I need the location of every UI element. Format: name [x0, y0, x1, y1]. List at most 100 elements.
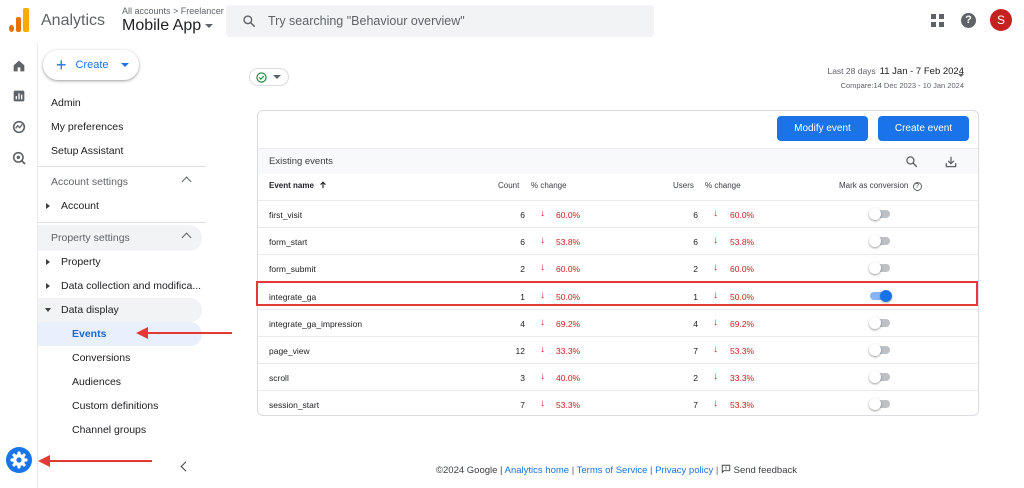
- caret-down-icon: [120, 63, 129, 67]
- nav-item-property[interactable]: Property: [61, 256, 101, 268]
- conversion-toggle[interactable]: [869, 398, 890, 411]
- nav-item-data-collection[interactable]: Data collection and modifica...: [61, 280, 201, 292]
- column-header-count[interactable]: Count: [498, 181, 519, 190]
- event-name[interactable]: first_visit: [269, 210, 302, 220]
- expand-arrow-icon: [46, 259, 50, 265]
- create-event-button[interactable]: Create event: [878, 116, 969, 141]
- column-header-event-name[interactable]: Event name: [269, 181, 327, 190]
- analytics-home-link[interactable]: Analytics home: [505, 465, 569, 476]
- event-count: 3: [520, 373, 525, 384]
- card-title: Existing events: [269, 156, 333, 167]
- users-pct-change: 69.2%: [730, 318, 755, 329]
- event-count: 6: [520, 237, 525, 248]
- account-settings-section[interactable]: Account settings: [38, 169, 202, 195]
- home-icon[interactable]: [11, 58, 27, 74]
- chevron-up-icon: [181, 176, 192, 187]
- date-range-value: 11 Jan - 7 Feb 2024: [879, 66, 964, 77]
- collapse-arrow-icon: [45, 308, 51, 312]
- down-arrow-icon: ↓: [540, 371, 545, 383]
- event-users: 7: [693, 346, 698, 356]
- account-breadcrumb[interactable]: All accounts > Freelancer: [122, 6, 224, 16]
- conversion-toggle[interactable]: [869, 235, 890, 248]
- down-arrow-icon: ↓: [713, 316, 718, 328]
- table-row: scroll 3 ↓ 40.0% 2 ↓ 33.3%: [258, 363, 978, 390]
- nav-item-events[interactable]: Events: [72, 328, 106, 340]
- feedback-icon: [721, 464, 731, 474]
- conversion-toggle[interactable]: [869, 262, 890, 275]
- count-pct-change: 60.0%: [556, 264, 581, 275]
- date-preset-label: Last 28 days: [827, 66, 876, 76]
- compare-range: Compare:14 Dec 2023 - 10 Jan 2024: [840, 81, 964, 90]
- help-icon[interactable]: ?: [961, 13, 976, 28]
- nav-item-setup-assistant[interactable]: Setup Assistant: [51, 145, 123, 157]
- table-row: page_view 12 ↓ 33.3% 7 ↓ 53.3%: [258, 336, 978, 363]
- conversion-toggle[interactable]: [869, 316, 890, 329]
- table-row: first_visit 6 ↓ 60.0% 6 ↓ 60.0%: [258, 200, 978, 227]
- property-selector[interactable]: Mobile App: [122, 17, 214, 35]
- event-name[interactable]: page_view: [269, 346, 310, 356]
- down-arrow-icon: ↓: [713, 262, 718, 274]
- divider: [38, 166, 206, 167]
- event-name[interactable]: form_submit: [269, 264, 316, 274]
- section-label: Account settings: [51, 176, 129, 188]
- column-header-users-pct-change[interactable]: % change: [705, 181, 741, 190]
- event-name[interactable]: form_start: [269, 237, 307, 247]
- search-input[interactable]: [268, 14, 648, 28]
- nav-item-data-display[interactable]: Data display: [61, 304, 119, 316]
- feedback-link[interactable]: Send feedback: [721, 464, 797, 476]
- column-header-pct-change[interactable]: % change: [531, 181, 567, 190]
- advertising-icon[interactable]: [11, 150, 27, 166]
- count-pct-change: 60.0%: [556, 210, 581, 220]
- users-pct-change: 60.0%: [730, 210, 755, 220]
- search-icon: [243, 15, 256, 28]
- column-label: Event name: [269, 181, 314, 190]
- terms-link[interactable]: Terms of Service: [577, 465, 648, 476]
- event-count: 4: [520, 318, 525, 329]
- date-range-picker[interactable]: Last 28 days 11 Jan - 7 Feb 2024 Compare:…: [827, 66, 964, 90]
- apps-grid-icon[interactable]: [931, 14, 944, 27]
- event-users: 4: [693, 318, 698, 329]
- column-header-users[interactable]: Users: [673, 181, 694, 190]
- table-row: integrate_ga_impression 4 ↓ 69.2% 4 ↓ 69.2%: [258, 308, 978, 336]
- conversion-toggle[interactable]: [869, 371, 890, 384]
- property-settings-section[interactable]: Property settings: [38, 225, 202, 251]
- down-arrow-icon: ↓: [713, 235, 718, 247]
- event-name[interactable]: session_start: [269, 400, 319, 410]
- data-quality-chip[interactable]: [249, 68, 289, 86]
- event-name[interactable]: scroll: [269, 373, 289, 383]
- feedback-label: Send feedback: [733, 465, 797, 476]
- event-count: 12: [515, 346, 525, 356]
- card-header: Existing events: [258, 148, 978, 174]
- nav-item-admin[interactable]: Admin: [51, 97, 81, 109]
- caret-down-icon[interactable]: [958, 74, 964, 77]
- nav-item-conversions[interactable]: Conversions: [72, 352, 130, 364]
- app-name: Analytics: [41, 12, 106, 29]
- search-icon[interactable]: [905, 155, 918, 168]
- admin-nav-panel: + Create Admin My preferences Setup Assi…: [38, 42, 206, 488]
- create-button[interactable]: + Create: [43, 50, 139, 80]
- privacy-link[interactable]: Privacy policy: [655, 465, 713, 476]
- conversion-toggle[interactable]: [869, 208, 890, 220]
- users-pct-change: 53.3%: [730, 400, 755, 411]
- plus-icon: +: [56, 55, 67, 75]
- search-bar[interactable]: [226, 5, 654, 37]
- nav-item-my-preferences[interactable]: My preferences: [51, 121, 123, 133]
- modify-event-button[interactable]: Modify event: [777, 116, 868, 141]
- analytics-logo-icon[interactable]: [9, 8, 31, 32]
- help-icon[interactable]: ?: [912, 182, 922, 191]
- event-users: 7: [693, 400, 698, 411]
- reports-icon[interactable]: [11, 88, 27, 104]
- event-count: 2: [520, 264, 525, 275]
- nav-item-channel-groups[interactable]: Channel groups: [72, 424, 146, 436]
- arrow-up-icon: [320, 181, 326, 189]
- nav-item-custom-definitions[interactable]: Custom definitions: [72, 400, 158, 412]
- count-pct-change: 53.3%: [556, 400, 581, 411]
- explore-icon[interactable]: [11, 119, 27, 135]
- download-icon[interactable]: [944, 155, 958, 169]
- event-name[interactable]: integrate_ga_impression: [269, 319, 362, 329]
- conversion-toggle[interactable]: [869, 344, 890, 356]
- nav-item-audiences[interactable]: Audiences: [72, 376, 121, 388]
- avatar[interactable]: S: [990, 9, 1012, 31]
- down-arrow-icon: ↓: [540, 344, 545, 355]
- nav-item-account[interactable]: Account: [61, 200, 99, 212]
